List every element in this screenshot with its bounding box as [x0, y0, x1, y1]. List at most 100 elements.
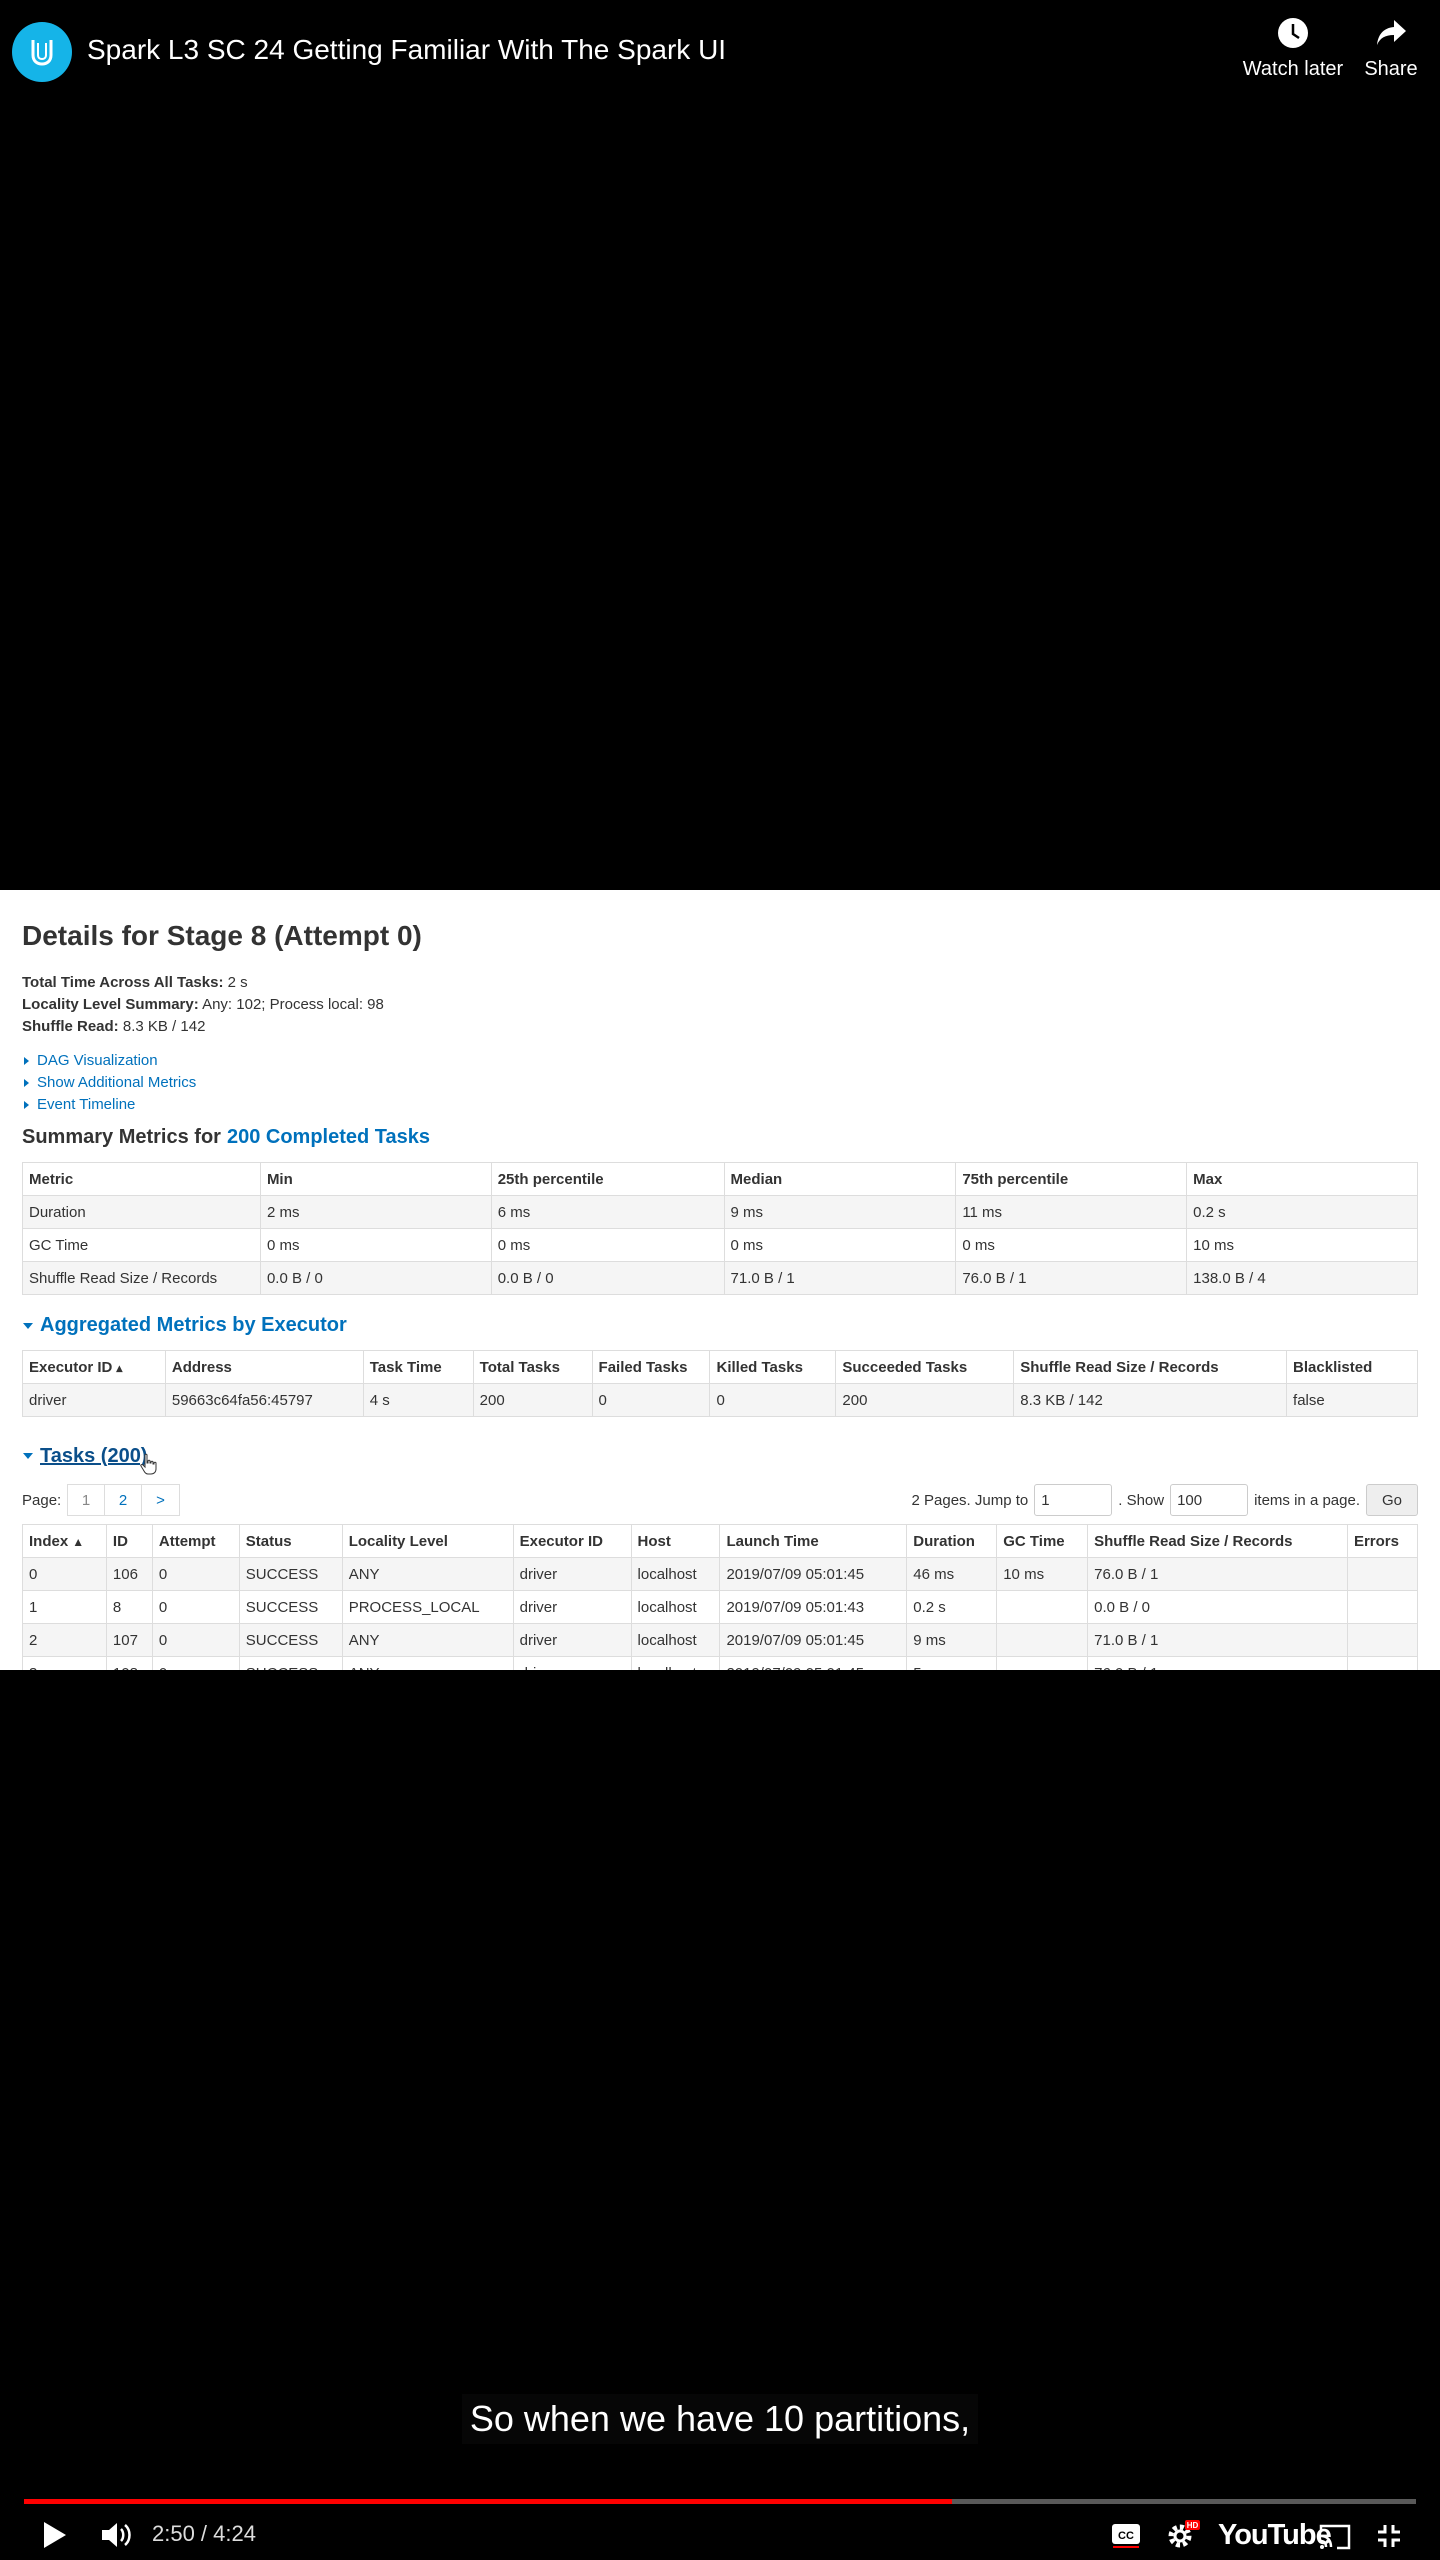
table-cell: [1346, 1656, 1419, 1670]
table-cell: 11 ms: [955, 1195, 1188, 1229]
table-cell: 3: [22, 1656, 107, 1670]
tasks-toggle[interactable]: Tasks (200): [22, 1437, 157, 1475]
go-button[interactable]: Go: [1366, 1484, 1418, 1516]
table-row: 31080SUCCESSANYdriverlocalhost2019/07/09…: [22, 1656, 1419, 1670]
column-header[interactable]: 25th percentile: [490, 1162, 725, 1196]
event-timeline-toggle[interactable]: Event Timeline: [22, 1094, 196, 1116]
dag-visualization-toggle[interactable]: DAG Visualization: [22, 1050, 196, 1072]
summary-metrics-title: Summary Metrics for 200 Completed Tasks: [22, 1126, 431, 1149]
column-header[interactable]: Failed Tasks: [591, 1350, 711, 1384]
table-cell: SUCCESS: [238, 1557, 343, 1591]
aggregated-metrics-toggle[interactable]: Aggregated Metrics by Executor: [22, 1314, 347, 1337]
table-row: 2 107 0 SUCCESS ANY driver localhost 2019/07/09…: [22, 1623, 1419, 1657]
table-cell: 0: [151, 1656, 240, 1670]
completed-tasks-link[interactable]: 200 Completed Tasks: [227, 1126, 430, 1149]
table-cell: 0.0 B / 0: [259, 1261, 492, 1295]
table-cell: 0 ms: [723, 1228, 957, 1262]
table-cell: 1: [22, 1590, 107, 1624]
caret-down-icon: [23, 1322, 33, 1329]
progress-played: [24, 2499, 953, 2504]
cast-icon[interactable]: [1318, 2522, 1352, 2550]
table-header-row: Executor ID ▴ Address Task Time Total Tasks F…: [22, 1350, 1418, 1384]
column-header[interactable]: 75th percentile: [955, 1162, 1188, 1196]
column-header[interactable]: Blacklisted: [1286, 1350, 1418, 1384]
channel-logo[interactable]: [12, 22, 72, 82]
column-header[interactable]: Duration: [906, 1524, 998, 1558]
table-cell: 76.0 B / 1: [1087, 1557, 1348, 1591]
column-header[interactable]: Attempt: [151, 1524, 240, 1558]
youtube-logo[interactable]: YouTube: [1218, 2519, 1332, 2552]
volume-icon[interactable]: [100, 2520, 134, 2550]
column-header[interactable]: Address: [164, 1350, 364, 1384]
captions-icon[interactable]: CC: [1111, 2522, 1141, 2548]
column-header[interactable]: Shuffle Read Size / Records: [1087, 1524, 1348, 1558]
column-header[interactable]: GC Time: [996, 1524, 1089, 1558]
table-cell: 138.0 B / 4: [1186, 1261, 1418, 1295]
column-header[interactable]: Executor ID: [512, 1524, 632, 1558]
table-cell: driver: [512, 1590, 632, 1624]
play-icon[interactable]: [40, 2520, 68, 2550]
table-cell: PROCESS_LOCAL: [341, 1590, 514, 1624]
column-header[interactable]: Succeeded Tasks: [835, 1350, 1015, 1384]
column-header[interactable]: Total Tasks: [472, 1350, 593, 1384]
column-header[interactable]: Killed Tasks: [709, 1350, 837, 1384]
show-additional-metrics-toggle[interactable]: Show Additional Metrics: [22, 1072, 196, 1094]
column-header[interactable]: Task Time: [362, 1350, 474, 1384]
column-header[interactable]: Launch Time: [719, 1524, 908, 1558]
jump-label: 2 Pages. Jump to: [911, 1491, 1029, 1509]
sort-indicator-icon: ▴: [116, 1360, 123, 1375]
column-header[interactable]: Executor ID ▴: [22, 1350, 166, 1384]
table-cell: 0: [151, 1590, 240, 1624]
exit-fullscreen-icon[interactable]: [1375, 2522, 1403, 2550]
column-header[interactable]: Status: [238, 1524, 343, 1558]
summary-total-time: Total Time Across All Tasks: 2 s: [22, 974, 248, 991]
video-title[interactable]: Spark L3 SC 24 Getting Familiar With The…: [87, 34, 726, 66]
table-cell: 2: [22, 1623, 107, 1657]
watch-later-button[interactable]: Watch later: [1242, 16, 1344, 81]
column-header[interactable]: Median: [723, 1162, 957, 1196]
column-header[interactable]: Metric: [22, 1162, 261, 1196]
column-header[interactable]: Index ▲: [22, 1524, 107, 1558]
column-header[interactable]: ID: [105, 1524, 153, 1558]
settings-gear-icon[interactable]: HD: [1165, 2518, 1201, 2550]
column-header[interactable]: Locality Level: [341, 1524, 514, 1558]
svg-text:CC: CC: [1118, 2530, 1134, 2542]
aggregated-metrics-table: Executor ID ▴ Address Task Time Total Tasks F…: [22, 1350, 1418, 1417]
table-cell: 0: [151, 1557, 240, 1591]
column-header[interactable]: Errors: [1346, 1524, 1419, 1558]
page-links: 1 2 >: [67, 1484, 180, 1516]
jump-page-input[interactable]: 1: [1034, 1484, 1113, 1516]
table-cell: SUCCESS: [238, 1656, 343, 1670]
video-top-bar: Spark L3 SC 24 Getting Familiar With The…: [0, 0, 1440, 110]
share-arrow-icon: [1377, 20, 1406, 45]
table-cell: 6 ms: [490, 1195, 725, 1229]
tasks-pager: Page: 1 2 > 2 Pages. Jump to 1 . Show 10…: [22, 1484, 1418, 1518]
share-button[interactable]: Share: [1362, 16, 1420, 81]
summary-metrics-table: Metric Min 25th percentile Median 75th perce…: [22, 1162, 1418, 1295]
table-cell: [996, 1656, 1089, 1670]
table-cell: 10 ms: [996, 1557, 1089, 1591]
caret-down-icon: [23, 1453, 33, 1459]
table-cell: 59663c64fa56:45797: [164, 1383, 364, 1417]
page-2-link[interactable]: 2: [105, 1485, 142, 1515]
next-page-link[interactable]: >: [142, 1485, 179, 1515]
column-header[interactable]: Host: [630, 1524, 721, 1558]
table-cell: 0: [22, 1557, 107, 1591]
table-row: 0 106 0 SUCCESS ANY driver localhost 2019/07/09…: [22, 1557, 1419, 1591]
table-cell: 4 s: [362, 1383, 474, 1417]
page-size-input[interactable]: 100: [1170, 1484, 1249, 1516]
share-label: Share: [1364, 58, 1418, 80]
table-cell: 5 ms: [906, 1656, 998, 1670]
page-1-link[interactable]: 1: [68, 1485, 105, 1515]
page-jump-controls: 2 Pages. Jump to 1 . Show 100 items in a…: [911, 1484, 1418, 1516]
progress-bar[interactable]: [24, 2499, 1416, 2504]
table-cell: localhost: [630, 1623, 721, 1657]
stage-summary: Total Time Across All Tasks: 2 s Localit…: [22, 972, 384, 1038]
table-cell: false: [1286, 1383, 1418, 1417]
page-label: Page:: [22, 1492, 62, 1509]
column-header[interactable]: Shuffle Read Size / Records: [1013, 1350, 1288, 1384]
table-cell: 76.0 B / 1: [955, 1261, 1188, 1295]
table-cell: 8: [105, 1590, 153, 1624]
column-header[interactable]: Min: [259, 1162, 492, 1196]
column-header[interactable]: Max: [1186, 1162, 1418, 1196]
